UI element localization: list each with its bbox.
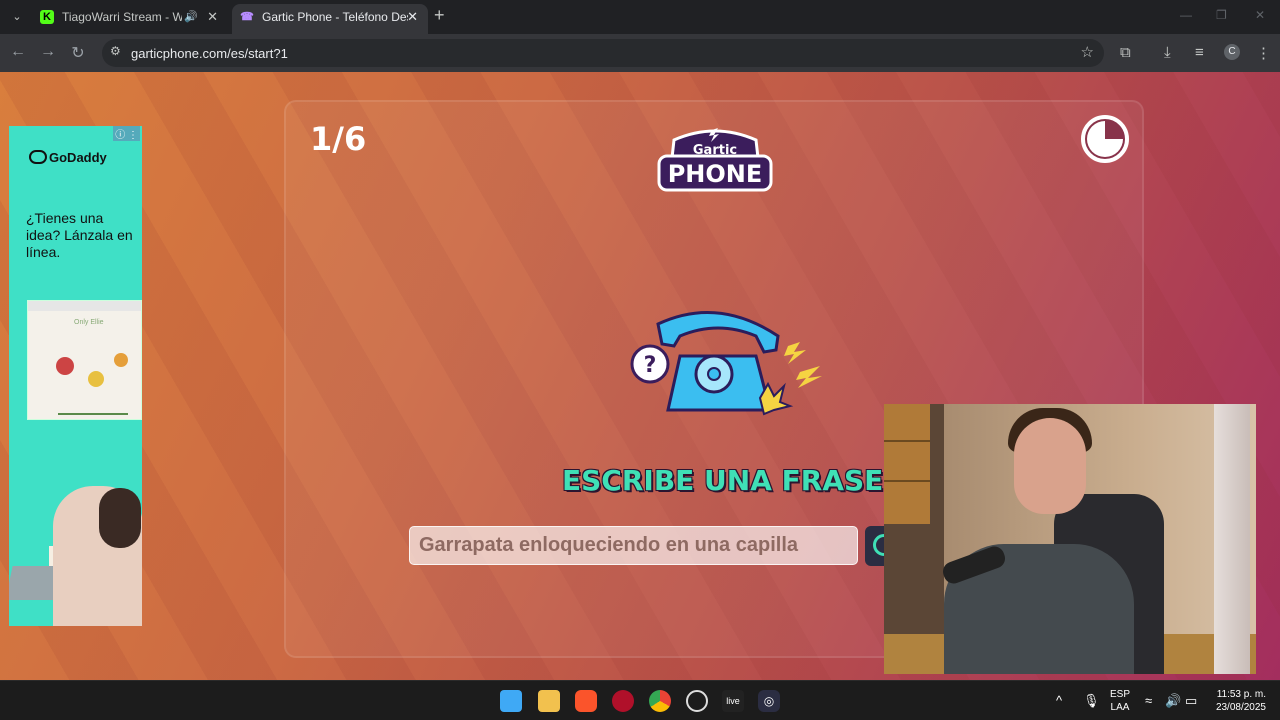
chrome-icon[interactable] [649, 690, 671, 712]
brave-icon[interactable] [575, 690, 597, 712]
mockup-title: Only Ellie [74, 319, 104, 326]
language-indicator[interactable]: ESP LAA [1110, 688, 1130, 714]
gartic-phone-page: ⓘ ⋮ GoDaddy ¿Tienes una idea? Lánzala en… [0, 72, 1280, 680]
tray-chevron-icon[interactable]: ^ [1056, 693, 1062, 708]
timer-icon [1081, 115, 1129, 163]
gartic-phone-icon: ☎ [240, 11, 254, 23]
round-counter: 1/6 [310, 120, 367, 158]
extensions-icon[interactable]: ⧉ [1120, 44, 1131, 61]
godaddy-logo: GoDaddy [29, 150, 107, 165]
close-tab-icon[interactable]: ✕ [207, 4, 218, 30]
file-explorer-icon[interactable] [538, 690, 560, 712]
profile-avatar[interactable]: C [1224, 44, 1240, 60]
prompt-heading: ESCRIBE UNA FRASE [562, 464, 884, 497]
gartic-phone-logo: Gartic PHONE [657, 128, 773, 192]
wifi-icon[interactable]: ≈ [1145, 693, 1152, 708]
close-tab-icon[interactable]: ✕ [407, 4, 418, 30]
tab-title: TiagoWarri Stream - Watch [62, 10, 182, 24]
webcam-overlay [884, 404, 1256, 674]
ad-choices-icon[interactable]: ⓘ ⋮ [113, 126, 140, 141]
download-icon[interactable]: ⤓ [1164, 44, 1171, 61]
browser-tab-bar: ⌄ K TiagoWarri Stream - Watch 🔊 ✕ ☎ Gart… [0, 0, 1280, 34]
telephone-illustration: ? [630, 310, 822, 416]
live-icon[interactable]: live [722, 690, 744, 712]
address-bar[interactable]: ⚙ garticphone.com/es/start?1 ☆ [102, 39, 1104, 67]
new-tab-button[interactable]: + [434, 5, 445, 26]
site-info-icon[interactable]: ⚙ [110, 44, 121, 58]
svg-text:?: ? [644, 353, 657, 378]
close-window-icon[interactable]: ✕ [1255, 8, 1265, 22]
app-active-icon[interactable]: ◎ [758, 690, 780, 712]
app-icon[interactable] [612, 690, 634, 712]
obs-icon[interactable] [686, 690, 708, 712]
speaker-icon[interactable]: 🔊 [184, 4, 198, 30]
browser-toolbar: ← → ↻ ⚙ garticphone.com/es/start?1 ☆ ⧉ ⤓… [0, 34, 1280, 72]
tab-gartic-phone[interactable]: ☎ Gartic Phone - Teléfono Descon ✕ [232, 4, 428, 34]
back-icon[interactable]: ← [8, 43, 28, 61]
volume-icon[interactable]: 🔊 [1165, 693, 1181, 709]
tab-search-icon[interactable]: ⌄ [6, 6, 28, 28]
restore-icon[interactable]: ❐ [1216, 8, 1227, 22]
minimize-icon[interactable]: — [1180, 8, 1192, 22]
menu-kebab-icon[interactable]: ⋮ [1256, 44, 1271, 62]
bookmark-star-icon[interactable]: ☆ [1081, 43, 1094, 61]
windows-taskbar: live ◎ ^ 🎙 ESP LAA ≈ 🔊 ▭ 11:53 p. m. 23/… [0, 680, 1280, 720]
tab-tiagowarri-stream[interactable]: K TiagoWarri Stream - Watch 🔊 ✕ [32, 4, 228, 34]
clock[interactable]: 11:53 p. m. 23/08/2025 [1206, 688, 1266, 714]
windows-start-icon[interactable] [500, 690, 522, 712]
forward-icon[interactable]: → [38, 43, 58, 61]
kick-icon: K [40, 10, 54, 24]
url-text[interactable]: garticphone.com/es/start?1 [131, 46, 288, 61]
tab-title: Gartic Phone - Teléfono Descon [262, 10, 408, 24]
ad-website-mockup: Only Ellie [27, 300, 142, 420]
godaddy-ad[interactable]: ⓘ ⋮ GoDaddy ¿Tienes una idea? Lánzala en… [9, 126, 142, 626]
media-control-icon[interactable]: ≡ [1195, 44, 1204, 61]
svg-text:PHONE: PHONE [668, 160, 763, 188]
microphone-icon[interactable]: 🎙 [1083, 693, 1100, 709]
reload-icon[interactable]: ↻ [68, 43, 88, 63]
ad-headline: ¿Tienes una idea? Lánzala en línea. [26, 210, 133, 260]
phrase-input[interactable]: Garrapata enloqueciendo en una capilla [409, 526, 858, 565]
battery-icon[interactable]: ▭ [1185, 693, 1197, 709]
